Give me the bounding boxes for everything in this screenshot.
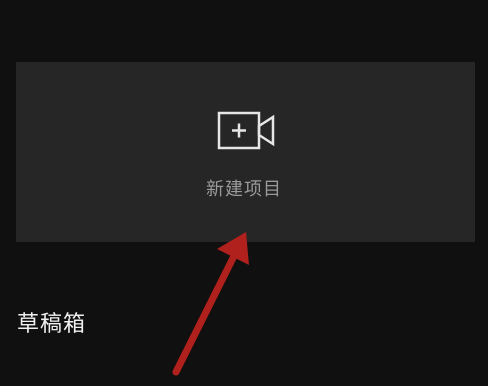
video-camera-plus-icon[interactable] bbox=[217, 110, 277, 152]
screen: 新建项目 草稿箱 bbox=[0, 0, 488, 386]
new-project-label[interactable]: 新建项目 bbox=[0, 175, 488, 201]
drafts-title: 草稿箱 bbox=[17, 312, 87, 337]
new-project-button[interactable] bbox=[16, 62, 475, 242]
